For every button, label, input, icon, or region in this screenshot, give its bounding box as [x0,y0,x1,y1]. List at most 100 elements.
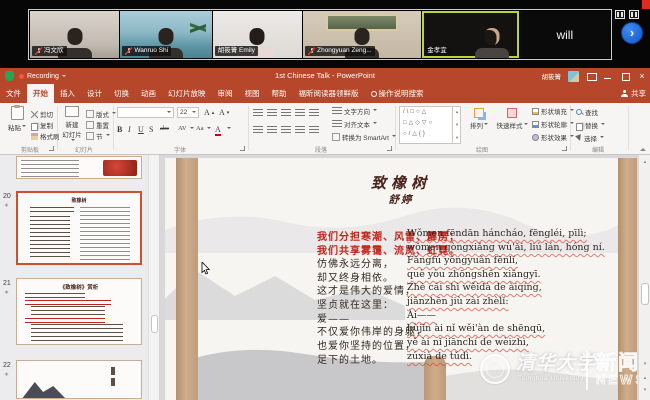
slide-thumbnail-22[interactable] [16,360,142,399]
scroll-down-icon[interactable]: ▾ [639,361,650,367]
account-user-name[interactable]: 胡筱箐 [542,71,562,81]
poem-line[interactable]: 我们分担寒潮、风雷、霹雳；Wǒmen fēndān háncháo, fēngl… [165,228,637,242]
tab-home[interactable]: 开始 [27,84,54,103]
strikethrough-button[interactable]: abc [160,125,169,132]
list-buttons-row[interactable] [253,109,319,118]
tab-review[interactable]: 审阅 [212,84,239,103]
text-direction-button[interactable]: 文字方向 [332,106,377,116]
tab-design[interactable]: 设计 [81,84,108,103]
bold-button[interactable]: B [117,125,122,134]
participant-tile[interactable]: will [520,11,610,58]
shape-fill-button[interactable]: 形状填充 [532,106,574,116]
shapes-gallery-scroll[interactable]: ▴▾▾ [452,106,461,144]
font-name-combo[interactable] [117,107,174,118]
canvas-scrollbar[interactable]: ▴ ▾ ▴ ▾ [638,155,650,400]
align-text-button[interactable]: 对齐文本 [332,119,377,129]
decrease-indent-icon[interactable] [281,109,291,118]
reset-button[interactable]: 重置 [86,120,109,130]
poem-line[interactable]: 却又终身相依。què yòu zhōngshēn xiāngyī. [165,269,637,283]
collapse-ribbon-icon[interactable] [640,145,646,151]
slide-thumbnail-21[interactable]: 《致橡树》赏析 [16,278,142,345]
participant-tile[interactable]: 胡筱箐 Emily [213,11,302,58]
thumbnail-panel-scrollbar[interactable] [148,155,160,400]
format-painter-button[interactable]: 格式刷 [31,131,60,141]
copy-button[interactable]: 复制 [31,120,53,130]
character-spacing-button[interactable]: AV [178,125,194,132]
poem-line[interactable]: 仿佛永远分离，Fǎngfú yǒngyuǎn fēnlí, [165,255,637,269]
ribbon-display-options-button[interactable] [586,71,596,81]
poem-line[interactable]: 不仅爱你伟岸的身躯，bùjǐn ài nǐ wěi'àn de shēnqū, [165,323,637,337]
poem-author[interactable]: 舒婷 [165,192,637,207]
tab-insert[interactable]: 插入 [54,84,81,103]
italic-button[interactable]: I [128,125,131,134]
current-slide[interactable]: 致橡树 舒婷 我们分担寒潮、风雷、霹雳；Wǒmen fēndān háncháo… [165,158,637,400]
poem-line[interactable]: 足下的土地。zúxià de tǔdì. [165,351,637,365]
change-case-button[interactable]: Aa [196,125,211,132]
drawing-dialog-launcher[interactable] [562,146,567,151]
next-slide-button[interactable]: ▾ [639,387,650,393]
tab-help[interactable]: 帮助 [266,84,293,103]
tab-slideshow[interactable]: 幻灯片放映 [162,84,212,103]
align-buttons-row[interactable] [253,126,319,135]
tab-foxit-reader[interactable]: 福昕阅读器领鲜版 [293,84,365,103]
gallery-view-icon[interactable] [615,10,625,19]
columns-icon[interactable] [309,126,319,135]
font-dialog-launcher[interactable] [240,146,245,151]
align-left-icon[interactable] [253,126,263,135]
poem-line[interactable]: 也爱你坚持的位置，yě ài nǐ jiānchí de wèizhì, [165,337,637,351]
restore-button[interactable] [620,71,630,81]
slide-thumbnail-19[interactable] [16,156,142,179]
text-shadow-button[interactable]: S [149,125,153,134]
share-button[interactable]: 共享 [621,84,646,103]
arrange-button[interactable]: 排列 [466,106,492,130]
paste-button[interactable]: 粘贴 [5,106,29,132]
slide-thumbnail-20-selected[interactable]: 致橡树 [16,191,142,265]
scrollbar-thumb[interactable] [151,315,158,333]
underline-button[interactable]: U [138,125,144,134]
layout-button[interactable]: 版式 [86,109,116,119]
find-button[interactable]: 查找 [576,107,598,117]
shape-outline-button[interactable]: 形状轮廓 [532,119,574,129]
participant-tile[interactable]: Zhongyuan Zeng... [303,11,421,58]
align-center-icon[interactable] [267,126,277,135]
participant-tile[interactable]: Wanruo Shi [120,11,211,58]
convert-smartart-button[interactable]: 转换为 SmartArt [332,132,396,142]
account-avatar[interactable] [568,71,579,82]
new-slide-button[interactable]: 新建 幻灯片 [60,106,84,146]
cut-button[interactable]: 剪切 [31,109,53,119]
font-color-button[interactable]: A [215,125,221,136]
replace-button[interactable]: 替换 [576,120,605,130]
line-spacing-icon[interactable] [309,109,319,118]
select-button[interactable]: 选择 [576,133,604,143]
previous-slide-button[interactable]: ▴ [639,375,650,381]
section-button[interactable]: 节 [86,131,110,141]
participant-tile-active-speaker[interactable]: 金孝宜 [422,11,518,58]
increase-indent-icon[interactable] [295,109,305,118]
quick-styles-button[interactable]: 快速样式 [496,106,528,130]
shape-effects-button[interactable]: 形状效果 [532,132,574,142]
tab-file[interactable]: 文件 [0,84,27,103]
tab-view[interactable]: 视图 [239,84,266,103]
tell-me-search[interactable]: 操作说明搜索 [365,84,430,103]
next-participants-button[interactable]: › [621,22,643,44]
align-right-icon[interactable] [281,126,291,135]
numbering-icon[interactable] [267,109,277,118]
shrink-font-button[interactable]: A▾ [219,108,229,117]
poem-line[interactable]: 爱——Ài—— [165,310,637,324]
expand-view-icon[interactable] [629,10,639,19]
paragraph-dialog-launcher[interactable] [387,146,392,151]
minimize-button[interactable] [603,71,613,81]
clipboard-dialog-launcher[interactable] [49,146,54,151]
poem-line[interactable]: 坚贞就在这里：jiānzhēn jiù zài zhèlǐ: [165,296,637,310]
font-size-combo[interactable]: 22 [177,107,199,118]
grow-font-button[interactable]: A▴ [204,108,214,117]
justify-icon[interactable] [295,126,305,135]
font-color-caret[interactable] [226,127,231,131]
participant-tile[interactable]: 冯文欣 [30,11,119,58]
close-button[interactable]: × [637,71,647,81]
poem-title[interactable]: 致橡树 [165,172,637,193]
tab-animations[interactable]: 动画 [135,84,162,103]
bullets-icon[interactable] [253,109,263,118]
scrollbar-thumb[interactable] [641,283,649,305]
poem-line[interactable]: 这才是伟大的爱情，Zhè cái shì wěidà de àiqíng, [165,282,637,296]
